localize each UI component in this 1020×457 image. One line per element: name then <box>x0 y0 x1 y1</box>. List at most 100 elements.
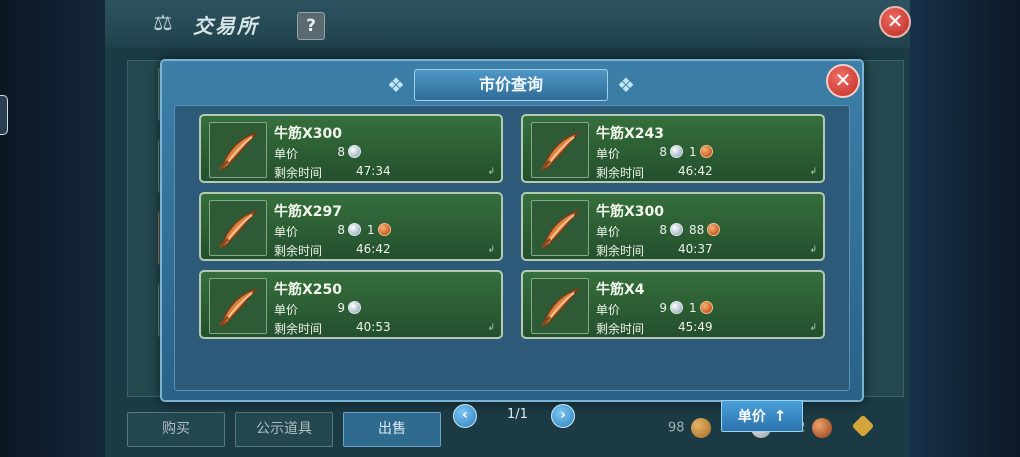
item-name: 牛筋X243 <box>596 126 665 142</box>
beef-tendon-icon <box>209 122 267 178</box>
copper-coin-icon <box>699 145 713 158</box>
remaining-time: 46:42 <box>678 164 713 178</box>
time-label: 剩余时间 <box>596 322 645 336</box>
silver-amount: 9 <box>659 301 667 315</box>
right-edge <box>910 0 1020 457</box>
tab-buy[interactable]: 购买 <box>127 412 225 447</box>
remaining-time: 40:53 <box>356 320 391 334</box>
scale-icon: ⚖ <box>153 11 173 36</box>
exchange-titlebar: ⚖ 交易所 ? ✕ <box>105 0 911 48</box>
price-label: 单价 <box>596 225 621 239</box>
market-price-modal: ❖ 市价查询 ❖ ✕ 牛筋X300 单价 8 剩余时间 47:34 ↲ 牛筋X243 单价 8 1… <box>160 59 864 432</box>
gold-coin-icon <box>690 418 711 438</box>
page-indicator: 1/1 <box>507 407 528 422</box>
listing-panel: 牛筋X300 单价 8 剩余时间 47:34 ↲ 牛筋X243 单价 8 1 剩余时间 46:42 ↲ 牛… <box>174 105 850 432</box>
prev-page-button[interactable]: ‹ <box>453 404 477 428</box>
tab-public-items[interactable]: 公示道具 <box>235 412 333 447</box>
price-label: 单价 <box>274 303 299 317</box>
corner-mark-icon: ↲ <box>487 167 495 177</box>
sort-label: 单价 <box>737 409 766 425</box>
item-name: 牛筋X4 <box>596 282 645 298</box>
unit-price: 81 <box>653 145 783 161</box>
silver-amount: 8 <box>659 145 667 159</box>
copper-coin-icon <box>699 301 713 314</box>
unit-price: 8 <box>331 145 461 161</box>
next-page-button[interactable]: › <box>551 404 575 428</box>
tab-sell[interactable]: 出售 <box>343 412 441 447</box>
arrow-up-icon: ↑ <box>773 407 787 425</box>
side-pull-tab[interactable] <box>0 95 8 135</box>
copper-amount: 88 <box>689 223 705 237</box>
time-label: 剩余时间 <box>596 244 645 258</box>
remaining-time: 40:37 <box>678 242 713 256</box>
time-label: 剩余时间 <box>274 166 323 180</box>
exchange-title: 交易所 <box>193 14 259 38</box>
silver-amount: 8 <box>659 223 667 237</box>
copper-coin-icon <box>377 223 391 236</box>
silver-coin-icon <box>670 145 683 158</box>
price-label: 单价 <box>596 147 621 161</box>
ornament-icon: ❖ <box>387 73 405 97</box>
silver-coin-icon <box>348 301 361 314</box>
remaining-time: 47:34 <box>356 164 391 178</box>
beef-tendon-icon <box>531 278 589 334</box>
currency-value: 98 <box>668 420 685 436</box>
price-label: 单价 <box>274 225 299 239</box>
item-name: 牛筋X250 <box>274 282 343 298</box>
unit-price: 81 <box>331 223 461 239</box>
sort-by-unit-price-button[interactable]: 单价 ↑ <box>721 400 803 432</box>
plus-icon <box>851 414 875 438</box>
listing-card[interactable]: 牛筋X300 单价 8 剩余时间 47:34 ↲ <box>199 114 503 183</box>
modal-close-button[interactable]: ✕ <box>826 64 860 98</box>
copper-amount: 1 <box>367 223 375 237</box>
copper-coin-icon <box>811 418 832 438</box>
unit-price: 8 88 <box>653 223 783 239</box>
time-label: 剩余时间 <box>596 166 645 180</box>
listing-card[interactable]: 牛筋X297 单价 8 1 剩余时间 46:42 ↲ <box>199 192 503 261</box>
currency-gold: 98 <box>668 418 711 438</box>
unit-price: 9 <box>331 301 461 317</box>
silver-amount: 8 <box>337 145 345 159</box>
beef-tendon-icon <box>531 200 589 256</box>
item-name: 牛筋X297 <box>274 204 343 220</box>
copper-amount: 1 <box>689 145 697 159</box>
exchange-close-button[interactable]: ✕ <box>879 6 911 38</box>
corner-mark-icon: ↲ <box>809 323 817 333</box>
corner-mark-icon: ↲ <box>487 245 495 255</box>
corner-mark-icon: ↲ <box>809 167 817 177</box>
beef-tendon-icon <box>209 278 267 334</box>
remaining-time: 45:49 <box>678 320 713 334</box>
silver-coin-icon <box>670 223 683 236</box>
listing-card[interactable]: 牛筋X250 单价 9 剩余时间 40:53 ↲ <box>199 270 503 339</box>
tab-label: 购买 <box>162 421 190 437</box>
copper-coin-icon <box>707 223 721 236</box>
help-button[interactable]: ? <box>297 12 325 40</box>
listing-card[interactable]: 牛筋X243 单价 8 1 剩余时间 46:42 ↲ <box>521 114 825 183</box>
beef-tendon-icon <box>209 200 267 256</box>
modal-title: 市价查询 <box>414 69 608 101</box>
beef-tendon-icon <box>531 122 589 178</box>
silver-amount: 9 <box>337 301 345 315</box>
ornament-icon: ❖ <box>617 73 635 97</box>
corner-mark-icon: ↲ <box>809 245 817 255</box>
time-label: 剩余时间 <box>274 322 323 336</box>
corner-mark-icon: ↲ <box>487 323 495 333</box>
unit-price: 91 <box>653 301 783 317</box>
listing-card[interactable]: 牛筋X4 单价 9 1 剩余时间 45:49 ↲ <box>521 270 825 339</box>
tab-label: 出售 <box>378 421 406 437</box>
price-label: 单价 <box>596 303 621 317</box>
item-name: 牛筋X300 <box>596 204 665 220</box>
silver-coin-icon <box>670 301 683 314</box>
silver-amount: 8 <box>337 223 345 237</box>
listing-card[interactable]: 牛筋X300 单价 8 88 剩余时间 40:37 ↲ <box>521 192 825 261</box>
add-currency-button[interactable] <box>849 414 875 438</box>
copper-amount: 1 <box>689 301 697 315</box>
item-name: 牛筋X300 <box>274 126 343 142</box>
remaining-time: 46:42 <box>356 242 391 256</box>
price-label: 单价 <box>274 147 299 161</box>
silver-coin-icon <box>348 223 361 236</box>
left-edge <box>0 0 105 457</box>
time-label: 剩余时间 <box>274 244 323 258</box>
tab-label: 公示道具 <box>256 421 312 437</box>
silver-coin-icon <box>348 145 361 158</box>
